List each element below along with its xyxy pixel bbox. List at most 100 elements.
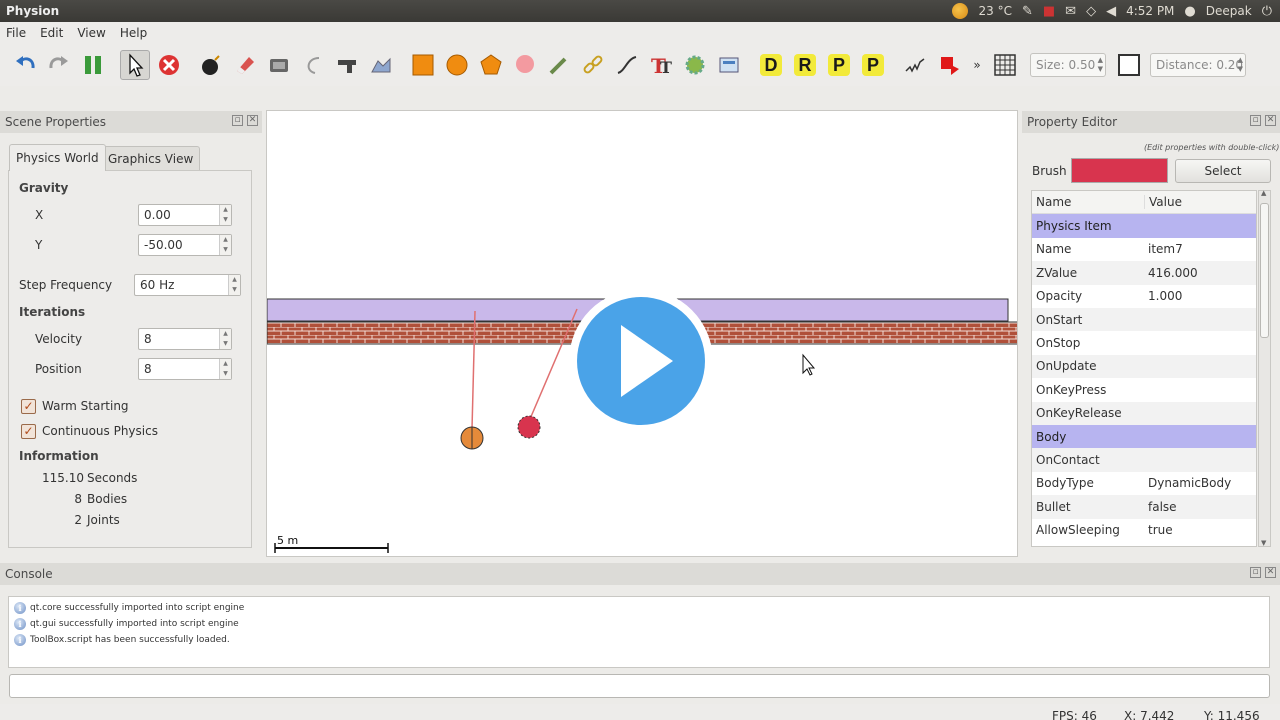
- property-row[interactable]: AllowSleeping true: [1032, 519, 1256, 542]
- property-name: Opacity: [1036, 289, 1083, 304]
- more-tools-button[interactable]: »: [968, 50, 986, 80]
- property-row[interactable]: OnContact: [1032, 448, 1256, 472]
- brush-color-swatch[interactable]: [1071, 158, 1168, 183]
- velocity-input[interactable]: 8 ▲ ▼: [138, 328, 232, 350]
- tab-physics-world[interactable]: Physics World: [9, 144, 106, 171]
- gravity-x-input[interactable]: 0.00 ▲ ▼: [138, 204, 232, 226]
- console-input[interactable]: [9, 674, 1270, 698]
- position-input[interactable]: 8 ▲ ▼: [138, 358, 232, 380]
- spin-arrows-icon[interactable]: ▲ ▼: [219, 205, 231, 225]
- p-joint-icon-2: P: [862, 54, 884, 76]
- property-row[interactable]: Bullet false: [1032, 495, 1256, 519]
- image-tool-button[interactable]: [714, 50, 744, 80]
- bomb-tool-button[interactable]: [196, 50, 226, 80]
- float-icon[interactable]: ▫: [232, 115, 243, 126]
- status-icon[interactable]: ■: [1043, 4, 1055, 19]
- volume-icon[interactable]: ◀: [1106, 4, 1116, 19]
- spring-tool-button[interactable]: [900, 50, 930, 80]
- size-spinbox[interactable]: Size: 0.50 ▲ ▼: [1030, 53, 1106, 77]
- film-tool-button[interactable]: [264, 50, 294, 80]
- property-row[interactable]: OnKeyRelease: [1032, 401, 1256, 425]
- distance-spinbox[interactable]: Distance: 0.20 ▲ ▼: [1150, 53, 1246, 77]
- gun-tool-button[interactable]: [332, 50, 362, 80]
- notes-icon[interactable]: ✎: [1022, 4, 1033, 19]
- property-row[interactable]: OnStart: [1032, 308, 1256, 332]
- gear-tool-button[interactable]: [680, 50, 710, 80]
- spin-arrows-icon[interactable]: ▲ ▼: [219, 235, 231, 255]
- polygon-tool-button[interactable]: [476, 50, 506, 80]
- close-icon[interactable]: ✕: [1265, 567, 1276, 578]
- wifi-icon[interactable]: ◇: [1086, 4, 1096, 19]
- menu-edit[interactable]: Edit: [40, 26, 63, 40]
- console-output[interactable]: i qt.core successfully imported into scri…: [8, 596, 1270, 668]
- float-icon[interactable]: ▫: [1250, 115, 1261, 126]
- weather-icon[interactable]: [952, 3, 969, 19]
- property-row[interactable]: OnStop: [1032, 331, 1256, 354]
- circle-tool-button[interactable]: [442, 50, 472, 80]
- float-icon[interactable]: ▫: [1250, 567, 1261, 578]
- menu-file[interactable]: File: [6, 26, 26, 40]
- d-joint-icon: D: [760, 54, 782, 76]
- close-icon[interactable]: ✕: [1265, 115, 1276, 126]
- redo-button[interactable]: [44, 50, 74, 80]
- username[interactable]: Deepak: [1206, 4, 1252, 18]
- scroll-down-icon[interactable]: ▼: [1261, 539, 1266, 547]
- curve-tool-button[interactable]: [612, 50, 642, 80]
- eraser-tool-button[interactable]: [230, 50, 260, 80]
- step-frequency-select[interactable]: 60 Hz ▲ ▼: [134, 274, 241, 296]
- property-row[interactable]: BodyType DynamicBody: [1032, 472, 1256, 495]
- grid-toggle-button[interactable]: [990, 50, 1020, 80]
- prismatic-joint-button[interactable]: P: [824, 50, 854, 80]
- spin-arrows-icon[interactable]: ▲ ▼: [228, 275, 240, 295]
- property-group-row[interactable]: Physics Item: [1032, 214, 1256, 238]
- property-group-row[interactable]: Body: [1032, 425, 1256, 449]
- distance-joint-button[interactable]: D: [756, 50, 786, 80]
- box-tool-button[interactable]: [408, 50, 438, 80]
- gravity-y-input[interactable]: -50.00 ▲ ▼: [138, 234, 232, 256]
- console-line: i ToolBox.script has been successfully lo…: [14, 634, 230, 646]
- continuous-physics-checkbox[interactable]: ✓: [21, 424, 36, 439]
- pen-tool-button[interactable]: [544, 50, 574, 80]
- console-line: i qt.core successfully imported into scri…: [14, 602, 244, 614]
- spin-arrows-icon[interactable]: ▲ ▼: [219, 359, 231, 379]
- warm-starting-checkbox[interactable]: ✓: [21, 399, 36, 414]
- property-row[interactable]: ZValue 416.000: [1032, 261, 1256, 285]
- chain-tool-button[interactable]: [578, 50, 608, 80]
- console-title-bar: Console ▫ ✕: [0, 563, 1280, 585]
- tab-graphics-view[interactable]: Graphics View: [101, 146, 201, 171]
- property-row[interactable]: Name item7: [1032, 238, 1256, 261]
- pulley-joint-button[interactable]: P: [858, 50, 888, 80]
- menu-help[interactable]: Help: [120, 26, 147, 40]
- property-row[interactable]: Opacity 1.000: [1032, 285, 1256, 308]
- scroll-up-icon[interactable]: ▲: [1261, 189, 1266, 197]
- scene-canvas[interactable]: 5 m: [266, 110, 1018, 557]
- red-ball-selected[interactable]: [517, 415, 541, 439]
- property-row[interactable]: OnUpdate: [1032, 354, 1256, 379]
- scrollbar-thumb[interactable]: [1260, 203, 1269, 338]
- property-name: OnStart: [1036, 312, 1083, 327]
- arc-tool-button[interactable]: [298, 50, 328, 80]
- select-tool-button[interactable]: [120, 50, 150, 80]
- snap-toggle-button[interactable]: [1114, 50, 1144, 80]
- menu-view[interactable]: View: [77, 26, 105, 40]
- text-tool-button[interactable]: TT: [646, 50, 676, 80]
- magnet-tool-button[interactable]: [934, 50, 964, 80]
- col-name-header[interactable]: Name: [1036, 195, 1071, 209]
- spin-arrows-icon[interactable]: ▲ ▼: [1098, 56, 1103, 74]
- balloon-tool-button[interactable]: [510, 50, 540, 80]
- close-icon[interactable]: ✕: [247, 115, 258, 126]
- revolute-joint-button[interactable]: R: [790, 50, 820, 80]
- spin-arrows-icon[interactable]: ▲ ▼: [219, 329, 231, 349]
- undo-button[interactable]: [10, 50, 40, 80]
- pause-button[interactable]: [78, 50, 108, 80]
- mail-icon[interactable]: ✉: [1065, 4, 1076, 19]
- col-value-header[interactable]: Value: [1144, 195, 1182, 210]
- power-icon[interactable]: ⏻: [1262, 4, 1272, 19]
- clock[interactable]: 4:52 PM: [1126, 4, 1174, 18]
- spin-arrows-icon[interactable]: ▲ ▼: [1238, 56, 1243, 74]
- property-row[interactable]: OnKeyPress: [1032, 378, 1256, 401]
- select-brush-button[interactable]: Select: [1175, 159, 1271, 183]
- terrain-tool-button[interactable]: [366, 50, 396, 80]
- property-scrollbar[interactable]: ▲ ▼: [1258, 189, 1271, 547]
- delete-tool-button[interactable]: [154, 50, 184, 80]
